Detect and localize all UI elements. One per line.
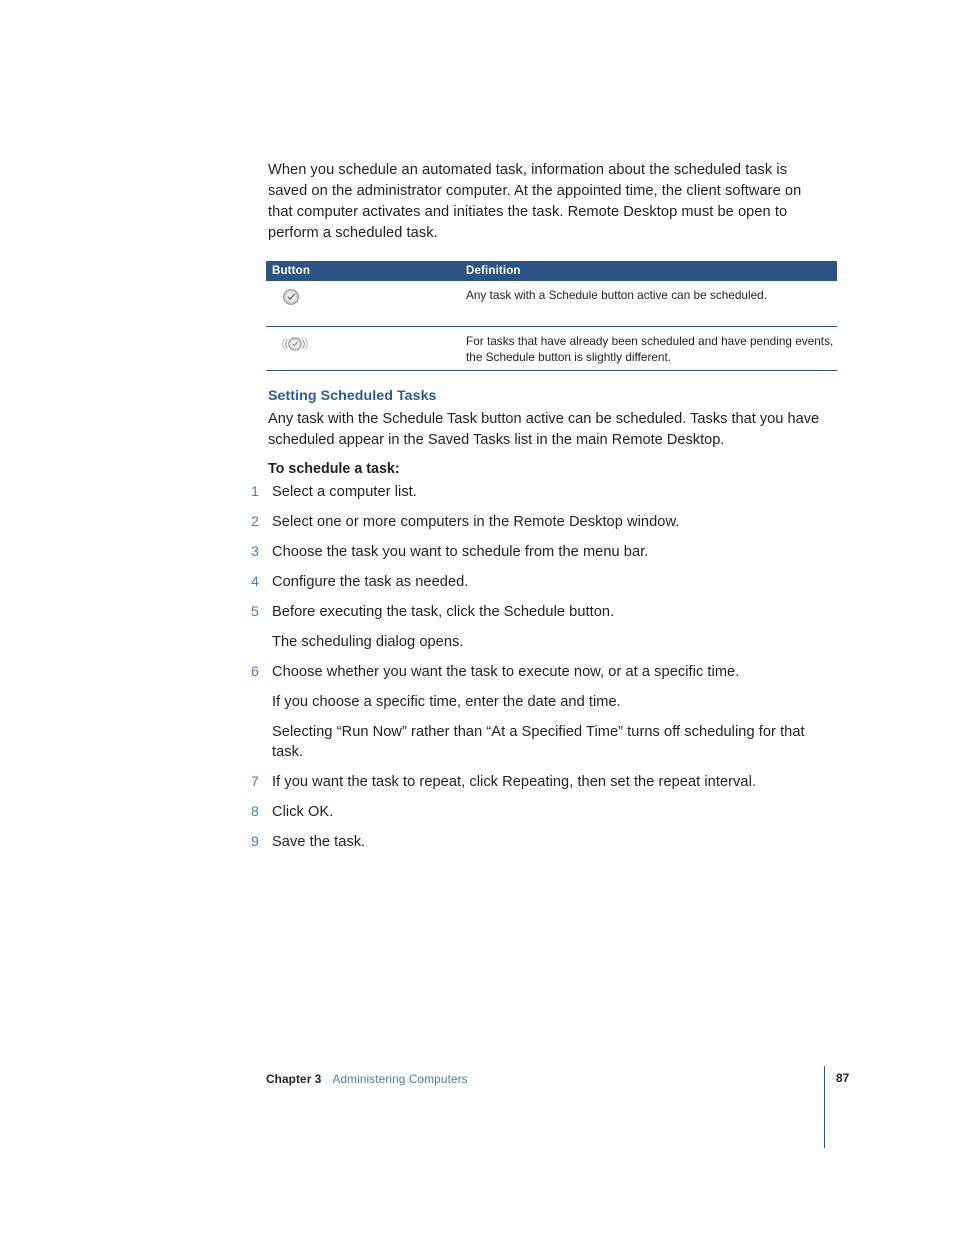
footer-chapter-label: Chapter 3 bbox=[266, 1072, 322, 1086]
cell-definition-text: Any task with a Schedule button active c… bbox=[460, 281, 837, 327]
column-header-definition: Definition bbox=[460, 261, 837, 281]
list-item: 5 Before executing the task, click the S… bbox=[251, 602, 831, 622]
cell-definition-text: For tasks that have already been schedul… bbox=[460, 326, 837, 371]
table-header-row: Button Definition bbox=[266, 261, 837, 281]
procedure-step-list: 1 Select a computer list. 2 Select one o… bbox=[251, 482, 831, 862]
step-text: Save the task. bbox=[272, 834, 366, 850]
footer-divider bbox=[824, 1066, 826, 1148]
table-header: Button Definition bbox=[266, 261, 837, 281]
schedule-clock-icon bbox=[282, 288, 300, 306]
footer-chapter-title: Administering Computers bbox=[332, 1072, 468, 1086]
table-row: Any task with a Schedule button active c… bbox=[266, 281, 837, 327]
step-note: If you choose a specific time, enter the… bbox=[272, 694, 621, 710]
section-heading: Setting Scheduled Tasks bbox=[268, 388, 437, 404]
step-number: 4 bbox=[251, 574, 259, 590]
table-row: For tasks that have already been schedul… bbox=[266, 326, 837, 371]
step-text: Select one or more computers in the Remo… bbox=[272, 514, 680, 530]
step-number: 6 bbox=[251, 664, 259, 680]
list-item: 1 Select a computer list. bbox=[251, 482, 831, 502]
list-item: 2 Select one or more computers in the Re… bbox=[251, 512, 831, 532]
step-number: 5 bbox=[251, 604, 259, 620]
procedure-subheading: To schedule a task: bbox=[268, 461, 400, 477]
schedule-pending-alarm-clock-icon bbox=[282, 334, 308, 354]
step-number: 3 bbox=[251, 544, 259, 560]
list-item: 7 If you want the task to repeat, click … bbox=[251, 772, 831, 792]
table-body: Any task with a Schedule button active c… bbox=[266, 281, 837, 371]
step-text: Choose the task you want to schedule fro… bbox=[272, 544, 649, 560]
step-text: If you want the task to repeat, click Re… bbox=[272, 774, 756, 790]
cell-button-icon bbox=[266, 326, 460, 371]
list-item: 9 Save the task. bbox=[251, 832, 831, 852]
intro-paragraph: When you schedule an automated task, inf… bbox=[268, 162, 802, 241]
step-number: 2 bbox=[251, 514, 259, 530]
step-text: Before executing the task, click the Sch… bbox=[272, 604, 615, 620]
step-text: Configure the task as needed. bbox=[272, 574, 469, 590]
step-text: Choose whether you want the task to exec… bbox=[272, 664, 740, 680]
step-number: 7 bbox=[251, 774, 259, 790]
page-footer: Chapter 3 Administering Computers bbox=[266, 1072, 468, 1086]
list-item: 4 Configure the task as needed. bbox=[251, 572, 831, 592]
document-page: When you schedule an automated task, inf… bbox=[0, 0, 954, 1235]
list-item: 6 Choose whether you want the task to ex… bbox=[251, 662, 831, 682]
list-item: 3 Choose the task you want to schedule f… bbox=[251, 542, 831, 562]
column-header-button: Button bbox=[266, 261, 460, 281]
step-number: 8 bbox=[251, 804, 259, 820]
page-number: 87 bbox=[836, 1071, 850, 1085]
step-note: The scheduling dialog opens. bbox=[272, 634, 464, 650]
step-number: 9 bbox=[251, 834, 259, 850]
list-item: 8 Click OK. bbox=[251, 802, 831, 822]
step-text: Click OK. bbox=[272, 804, 334, 820]
step-note: Selecting “Run Now” rather than “At a Sp… bbox=[272, 724, 805, 760]
cell-button-icon bbox=[266, 281, 460, 327]
section-body-paragraph: Any task with the Schedule Task button a… bbox=[268, 411, 820, 448]
step-text: Select a computer list. bbox=[272, 484, 417, 500]
step-number: 1 bbox=[251, 484, 259, 500]
button-definition-table: Button Definition Any task with a Schedu… bbox=[266, 261, 837, 371]
intro-section: When you schedule an automated task, inf… bbox=[268, 160, 828, 244]
